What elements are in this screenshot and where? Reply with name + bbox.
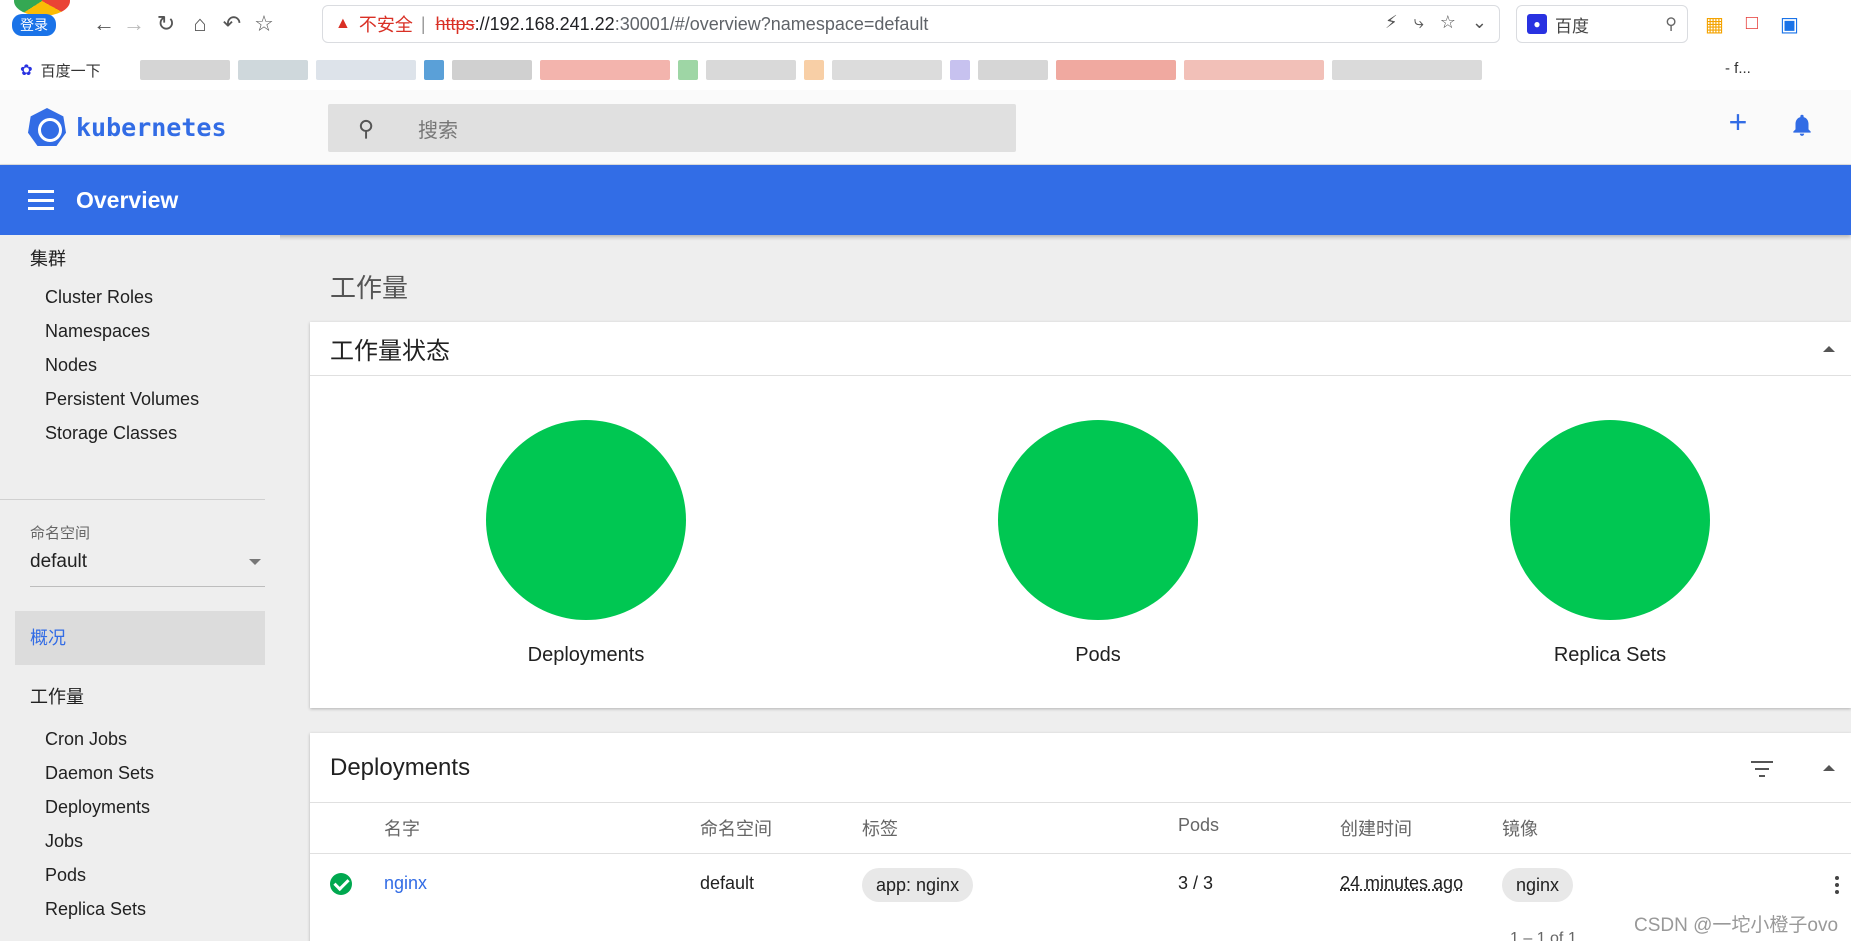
warning-icon: ▲ xyxy=(335,15,351,32)
bookmark-baidu[interactable]: 百度一下 xyxy=(41,60,101,81)
baidu-icon: ● xyxy=(1527,14,1547,34)
deployment-created: 24 minutes ago xyxy=(1340,873,1464,893)
deployment-name-link[interactable]: nginx xyxy=(384,873,427,894)
menu-icon[interactable] xyxy=(28,190,54,210)
sidebar-item-nodes[interactable]: Nodes xyxy=(45,355,97,376)
search-placeholder: 搜索 xyxy=(418,119,458,142)
forward-icon[interactable]: → xyxy=(120,10,148,38)
label-chip: app: nginx xyxy=(862,868,974,902)
sidebar-item-daemon-sets[interactable]: Daemon Sets xyxy=(45,763,154,784)
blurred-bookmarks xyxy=(140,60,1720,80)
sidebar-item-storage-classes[interactable]: Storage Classes xyxy=(45,423,177,444)
sidebar-item-pods[interactable]: Pods xyxy=(45,865,86,886)
lightning-icon[interactable]: ⚡ xyxy=(1385,12,1398,33)
page-title: Overview xyxy=(76,186,179,213)
url-path: :30001/#/overview?namespace=default xyxy=(614,13,929,34)
login-button[interactable]: 登录 xyxy=(12,14,56,36)
dropdown-arrow-icon xyxy=(249,559,261,565)
browser-search-box[interactable]: ● 百度 ⚲ xyxy=(1516,5,1688,43)
card-title: Deployments xyxy=(330,753,471,781)
search-icon: ⚲ xyxy=(358,116,375,141)
deployments-card: Deployments xyxy=(310,733,1851,941)
kubernetes-logo[interactable]: kubernetes xyxy=(28,108,227,146)
replica-sets-status-circle[interactable] xyxy=(1510,420,1710,620)
favorite-icon[interactable]: ☆ xyxy=(1440,12,1456,33)
create-button[interactable]: + xyxy=(1723,106,1753,138)
back-icon[interactable]: ← xyxy=(90,10,118,38)
sidebar-item-persistent-volumes[interactable]: Persistent Volumes xyxy=(45,389,199,410)
workload-status-card: 工作量状态 Deployments Pods Replica Sets xyxy=(310,322,1851,708)
column-header-labels[interactable]: 标签 xyxy=(862,815,898,841)
section-heading: 工作量 xyxy=(330,273,409,303)
sidebar-item-namespaces[interactable]: Namespaces xyxy=(45,321,150,342)
card-header: Deployments xyxy=(310,733,1851,803)
table-header-divider xyxy=(310,853,1851,854)
image-chip: nginx xyxy=(1502,868,1574,902)
column-header-image[interactable]: 镜像 xyxy=(1502,815,1538,841)
url-scheme: https xyxy=(435,13,475,34)
sidebar-section-workloads[interactable]: 工作量 xyxy=(30,683,84,709)
app-header: kubernetes ⚲ 搜索 xyxy=(0,90,1851,165)
column-header-pods[interactable]: Pods xyxy=(1178,815,1219,836)
pods-status-circle[interactable] xyxy=(998,420,1198,620)
address-separator: | xyxy=(420,13,426,34)
chevron-down-icon[interactable]: ⌄ xyxy=(1472,12,1487,33)
deployments-status-circle[interactable] xyxy=(486,420,686,620)
collapse-icon[interactable] xyxy=(1823,765,1835,771)
search-icon[interactable]: ⚲ xyxy=(1665,14,1677,34)
replica-sets-status-label: Replica Sets xyxy=(1553,644,1667,666)
sidebar-item-replica-sets[interactable]: Replica Sets xyxy=(45,899,146,920)
home-icon[interactable]: ⌂ xyxy=(186,10,214,38)
deployment-pods: 3 / 3 xyxy=(1178,873,1214,893)
sidebar-item-overview[interactable]: 概况 xyxy=(15,611,265,665)
page-title-bar: Overview xyxy=(0,165,1851,235)
sidebar: 集群 Cluster Roles Namespaces Nodes Persis… xyxy=(0,235,280,941)
crop-icon[interactable]: ▣ xyxy=(1780,12,1799,37)
namespace-label: 命名空间 xyxy=(30,525,91,542)
share-icon[interactable]: ⤷ xyxy=(1414,12,1424,33)
status-ok-icon xyxy=(330,873,352,895)
watermark: CSDN @一坨小橙子ovo xyxy=(1634,915,1839,936)
pdf-icon[interactable]: □ xyxy=(1746,12,1758,37)
browser-toolbar: 登录 ← → ↻ ⌂ ↶ ☆ ▲ 不安全 | https://192.168.2… xyxy=(0,0,1851,50)
sidebar-item-cron-jobs[interactable]: Cron Jobs xyxy=(45,729,127,750)
apps-grid-icon[interactable]: ▦ xyxy=(1705,12,1724,37)
bookmark-star-icon[interactable]: ☆ xyxy=(250,10,278,38)
undo-icon[interactable]: ↶ xyxy=(218,10,246,38)
deployment-namespace: default xyxy=(700,873,755,893)
sidebar-section-cluster[interactable]: 集群 xyxy=(30,245,66,271)
brand-name: kubernetes xyxy=(76,112,227,142)
pagination-label: 1 – 1 of 1 xyxy=(1510,930,1577,941)
reload-icon[interactable]: ↻ xyxy=(152,10,180,38)
column-header-name[interactable]: 名字 xyxy=(384,815,420,841)
bookmark-more[interactable]: - f... xyxy=(1725,60,1751,77)
collapse-icon[interactable] xyxy=(1823,346,1835,352)
sidebar-item-deployments[interactable]: Deployments xyxy=(45,797,150,818)
card-header: 工作量状态 xyxy=(310,322,1851,376)
sidebar-divider xyxy=(0,499,265,500)
namespace-value: default xyxy=(30,551,88,572)
filter-icon[interactable] xyxy=(1751,761,1773,777)
search-engine-label: 百度 xyxy=(1555,16,1589,36)
column-header-namespace[interactable]: 命名空间 xyxy=(700,815,772,841)
pods-status-label: Pods xyxy=(1075,644,1121,666)
notifications-bell-icon[interactable] xyxy=(1789,112,1815,138)
sidebar-item-cluster-roles[interactable]: Cluster Roles xyxy=(45,287,153,308)
row-actions-icon[interactable] xyxy=(1835,876,1839,897)
card-title: 工作量状态 xyxy=(330,338,450,365)
insecure-label: 不安全 xyxy=(358,15,413,35)
address-bar[interactable]: ▲ 不安全 | https://192.168.241.22:30001/#/o… xyxy=(322,5,1500,43)
search-input[interactable]: ⚲ 搜索 xyxy=(328,104,1016,152)
namespace-select[interactable]: default xyxy=(30,551,265,587)
sidebar-item-jobs[interactable]: Jobs xyxy=(45,831,83,852)
url-host: ://192.168.241.22 xyxy=(474,13,615,34)
kubernetes-wheel-icon xyxy=(28,108,66,146)
baidu-paw-icon: ✿ xyxy=(20,62,33,79)
column-header-created[interactable]: 创建时间 xyxy=(1340,815,1412,841)
deployments-status-label: Deployments xyxy=(527,644,645,666)
